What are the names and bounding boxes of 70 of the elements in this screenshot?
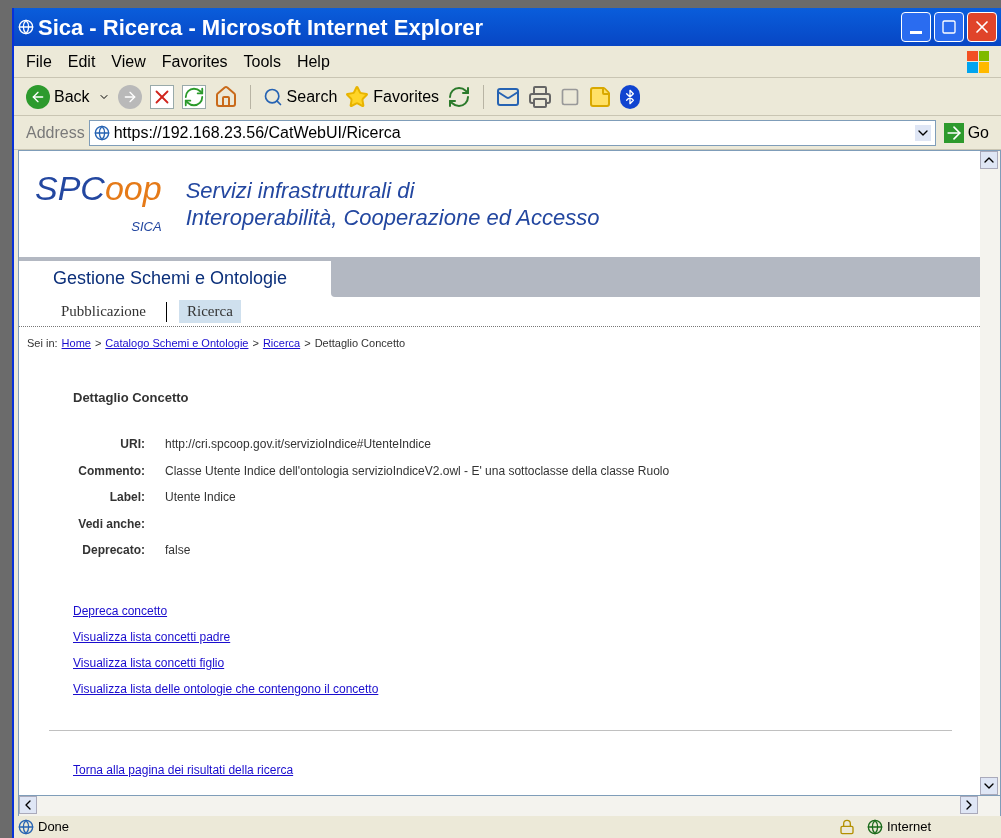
- field-value: http://cri.spcoop.gov.it/servizioIndice#UtenteIndice: [165, 436, 431, 454]
- address-label: Address: [26, 122, 85, 143]
- window-title: Sica - Ricerca - Microsoft Internet Explorer: [38, 13, 485, 42]
- field-value: Utente Indice: [165, 489, 236, 507]
- banner-subtitle: Interoperabilità, Cooperazione ed Accesso: [185, 204, 600, 232]
- action-link[interactable]: Visualizza lista concetti figlio: [73, 653, 225, 672]
- scroll-up-icon[interactable]: [980, 151, 998, 169]
- minimize-icon: [910, 31, 922, 34]
- scroll-left-icon[interactable]: [19, 796, 37, 814]
- page-icon: [18, 819, 34, 835]
- home-icon[interactable]: [213, 84, 238, 109]
- zone-text: Internet: [887, 818, 933, 837]
- windows-logo-icon: [967, 50, 989, 73]
- back-icon: [26, 84, 50, 109]
- favorites-button[interactable]: Favorites: [345, 84, 440, 109]
- breadcrumb-separator: >: [252, 336, 259, 351]
- dropdown-icon[interactable]: [914, 124, 931, 141]
- logo-subtitle: SICA: [131, 218, 162, 237]
- nav-tab[interactable]: Pubblicazione: [53, 300, 154, 323]
- maximize-icon: [941, 19, 957, 35]
- lock-icon: [839, 819, 855, 835]
- breadcrumb-link[interactable]: Home: [61, 335, 91, 352]
- search-button[interactable]: Search: [262, 84, 338, 109]
- menu-item[interactable]: Tools: [243, 49, 281, 74]
- maximize-button[interactable]: [934, 12, 964, 42]
- action-link[interactable]: Visualizza lista concetti padre: [73, 627, 231, 646]
- field-label: Commento:: [77, 462, 145, 480]
- breadcrumb-link[interactable]: Ricerca: [262, 335, 301, 352]
- action-link[interactable]: Depreca concetto: [73, 601, 168, 620]
- close-button[interactable]: [967, 12, 997, 42]
- breadcrumb-current: Dettaglio Concetto: [314, 336, 406, 351]
- back-button[interactable]: Back: [26, 84, 90, 109]
- logo-text: SPCoop: [35, 169, 162, 208]
- breadcrumb-separator: >: [304, 336, 311, 351]
- section-title: Gestione Schemi e Ontologie: [52, 267, 289, 290]
- search-icon: [262, 86, 283, 107]
- scroll-down-icon[interactable]: [980, 777, 998, 795]
- breadcrumb-prefix: Sei in:: [27, 336, 58, 351]
- minimize-button[interactable]: [901, 12, 931, 42]
- menu-item[interactable]: File: [26, 49, 52, 74]
- breadcrumb-link[interactable]: Catalogo Schemi e Ontologie: [105, 335, 249, 352]
- stop-icon[interactable]: [149, 84, 174, 109]
- status-text: Done: [38, 818, 71, 837]
- refresh-icon[interactable]: [181, 84, 206, 109]
- page-icon: [93, 124, 110, 141]
- field-value: Classe Utente Indice dell'ontologia servizioIndiceV2.owl - E' una sottoclasse della classe Ruolo: [165, 462, 670, 480]
- address-field[interactable]: https://192.168.23.56/CatWebUI/Ricerca: [88, 119, 936, 146]
- banner-title: Servizi infrastrutturali di: [185, 176, 416, 204]
- go-button[interactable]: Go: [943, 120, 989, 145]
- bluetooth-icon[interactable]: [620, 84, 641, 109]
- vertical-scrollbar[interactable]: [980, 151, 1000, 795]
- print-icon[interactable]: [528, 84, 553, 109]
- field-label: Label:: [108, 489, 145, 507]
- menu-item[interactable]: Edit: [67, 49, 96, 74]
- menu-item[interactable]: Favorites: [161, 49, 228, 74]
- nav-tab[interactable]: Ricerca: [179, 300, 241, 323]
- globe-icon: [867, 819, 883, 835]
- action-link[interactable]: Visualizza lista delle ontologie che contengono il concetto: [73, 679, 379, 698]
- menu-item[interactable]: View: [111, 49, 146, 74]
- field-label: Vedi anche:: [77, 515, 145, 533]
- back-to-results-link[interactable]: Torna alla pagina dei risultati della ricerca: [73, 762, 294, 777]
- menu-item[interactable]: Help: [296, 49, 330, 74]
- breadcrumb-separator: >: [94, 336, 102, 351]
- field-value: false: [165, 542, 191, 560]
- scroll-right-icon[interactable]: [960, 796, 978, 814]
- star-icon: [345, 84, 370, 109]
- horizontal-scrollbar[interactable]: [18, 796, 1001, 816]
- field-label: URI:: [119, 436, 145, 454]
- page-heading: Dettaglio Concetto: [73, 388, 190, 407]
- field-label: Deprecato:: [81, 542, 145, 560]
